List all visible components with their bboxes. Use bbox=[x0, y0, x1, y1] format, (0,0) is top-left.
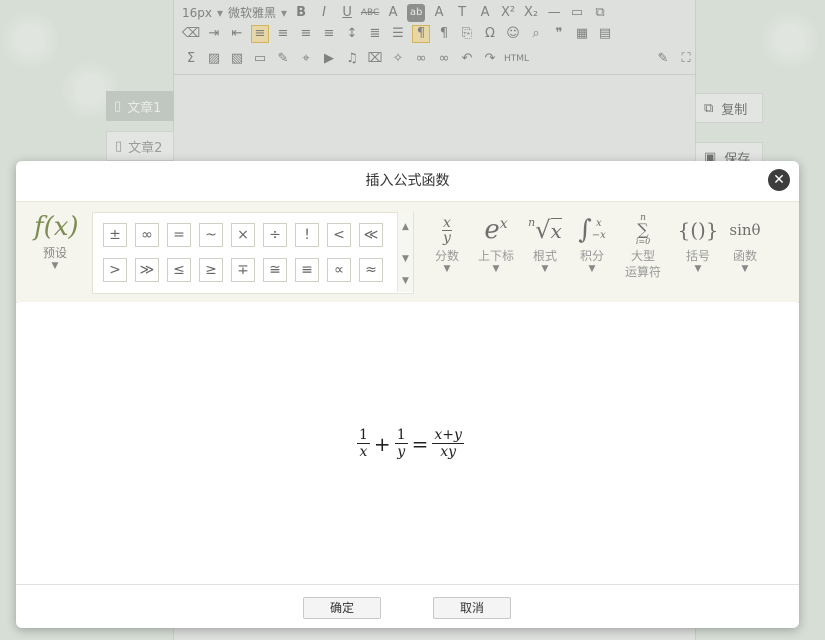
symbol-button[interactable]: ≫ bbox=[135, 258, 159, 282]
symbol-button[interactable]: ∓ bbox=[231, 258, 255, 282]
chevron-down-icon: ▼ bbox=[694, 264, 702, 274]
symbol-button[interactable]: ! bbox=[295, 223, 319, 247]
script-tool[interactable]: ex 上下标 ▼ bbox=[471, 212, 521, 274]
summation-icon: n ∑ i=0 bbox=[635, 213, 651, 246]
dialog-footer: 确定 取消 bbox=[16, 584, 799, 629]
confirm-button[interactable]: 确定 bbox=[303, 597, 381, 619]
integral-icon: ∫ x −x bbox=[578, 215, 606, 245]
symbol-button[interactable]: ∝ bbox=[327, 258, 351, 282]
symbol-button[interactable]: > bbox=[103, 258, 127, 282]
formula-preview[interactable]: 1 x + 1 y = x+y xy bbox=[17, 302, 798, 583]
symbol-button[interactable]: = bbox=[167, 223, 191, 247]
dialog-title: 插入公式函数 bbox=[365, 173, 450, 189]
function-preset-icon: f(x) bbox=[34, 212, 79, 242]
formula-render: 1 x + 1 y = x+y xy bbox=[355, 427, 466, 460]
fraction-term-2: 1 y bbox=[394, 427, 408, 460]
close-button[interactable]: ✕ bbox=[768, 169, 790, 191]
sine-function-icon: sinθ bbox=[729, 221, 761, 239]
symbol-button[interactable]: ≈ bbox=[359, 258, 383, 282]
plus-operator: + bbox=[373, 431, 391, 456]
fraction-result: x+y xy bbox=[432, 427, 464, 460]
chevron-down-icon: ▼ bbox=[588, 264, 596, 274]
radical-icon: n √ x bbox=[528, 216, 562, 244]
symbol-button[interactable]: ∞ bbox=[135, 223, 159, 247]
symbol-button[interactable]: ≡ bbox=[295, 258, 319, 282]
symbol-button[interactable]: ≤ bbox=[167, 258, 191, 282]
symbol-button[interactable]: < bbox=[327, 223, 351, 247]
function-tool[interactable]: sinθ 函数 ▼ bbox=[720, 212, 770, 274]
bracket-icon: {()} bbox=[677, 218, 719, 242]
fraction-term-1: 1 x bbox=[357, 427, 370, 460]
preset-button[interactable]: f(x) 预设 ▼ bbox=[34, 210, 79, 271]
bracket-tool[interactable]: {()} 括号 ▼ bbox=[673, 212, 723, 274]
chevron-down-icon: ▼ bbox=[741, 264, 749, 274]
symbol-button[interactable]: ≪ bbox=[359, 223, 383, 247]
symbol-button[interactable]: ≅ bbox=[263, 258, 287, 282]
symbol-button[interactable]: ± bbox=[103, 223, 127, 247]
chevron-down-icon: ▼ bbox=[541, 264, 549, 274]
expand-icon[interactable]: ▼ bbox=[398, 276, 413, 286]
chevron-down-icon: ▼ bbox=[443, 264, 451, 274]
radical-tool[interactable]: n √ x 根式 ▼ bbox=[520, 212, 570, 274]
chevron-up-icon[interactable]: ▲ bbox=[398, 222, 413, 232]
symbol-button[interactable]: ÷ bbox=[263, 223, 287, 247]
integral-tool[interactable]: ∫ x −x 积分 ▼ bbox=[567, 212, 617, 274]
chevron-down-icon[interactable]: ▼ bbox=[398, 254, 413, 264]
close-icon: ✕ bbox=[773, 172, 785, 188]
formula-toolbar: f(x) 预设 ▼ ± ∞ = ~ × ÷! < ≪ > ≫ ≤ ≥ ∓ ≅ ≡ ∝ ≈ ▲ ▼ ▼ xy 分数… bbox=[16, 201, 799, 303]
chevron-down-icon: ▼ bbox=[492, 264, 500, 274]
large-operator-tool[interactable]: n ∑ i=0 大型 运算符 bbox=[618, 212, 668, 280]
symbol-palette-scrollbar[interactable]: ▲ ▼ ▼ bbox=[397, 212, 413, 292]
symbol-button[interactable]: ≥ bbox=[199, 258, 223, 282]
cancel-button[interactable]: 取消 bbox=[433, 597, 511, 619]
superscript-e-icon: ex bbox=[484, 215, 508, 245]
insert-formula-dialog: 插入公式函数 ✕ f(x) 预设 ▼ ± ∞ = ~ × ÷! < ≪ > ≫ ≤ ≥ ∓ ≅ ≡ ∝ ≈ ▲ … bbox=[16, 161, 799, 628]
fraction-tool[interactable]: xy 分数 ▼ bbox=[422, 212, 472, 275]
symbol-palette: ± ∞ = ~ × ÷! < ≪ > ≫ ≤ ≥ ∓ ≅ ≡ ∝ ≈ bbox=[92, 212, 414, 294]
symbol-button[interactable]: ~ bbox=[199, 223, 223, 247]
symbol-button[interactable]: × bbox=[231, 223, 255, 247]
chevron-down-icon: ▼ bbox=[51, 261, 59, 271]
fraction-icon: xy bbox=[442, 214, 452, 246]
equals-operator: = bbox=[411, 431, 429, 456]
